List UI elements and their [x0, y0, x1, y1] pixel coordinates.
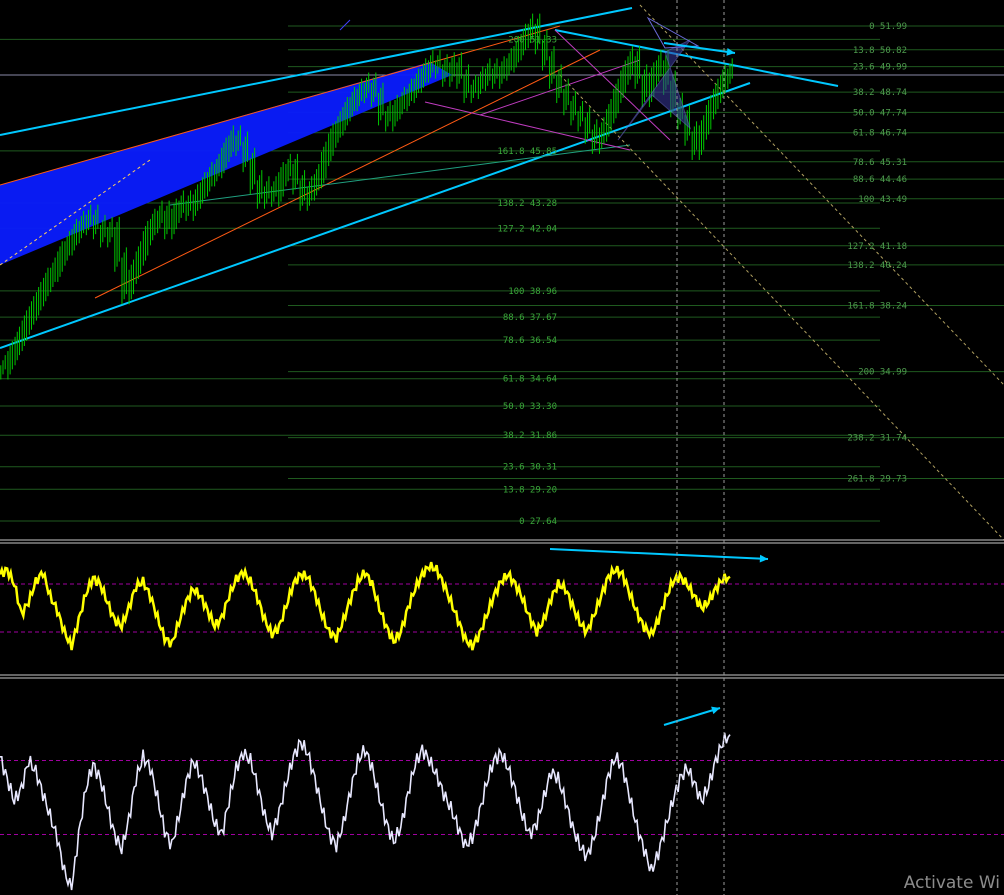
fib-left-label: 161.8 45.85	[497, 147, 557, 157]
fib-left-label: 23.6 30.31	[503, 463, 557, 473]
fib-right-label: 261.8 29.73	[847, 475, 907, 485]
fib-right-label: 88.6 44.46	[853, 175, 907, 185]
fib-right-label: 38.2 48.74	[853, 88, 907, 98]
fib-right-label: 238.2 31.74	[847, 434, 907, 444]
fib-left-label: 88.6 37.67	[503, 313, 557, 323]
fib-left-label: 100 38.96	[508, 287, 557, 297]
fib-right-label: 200 34.99	[858, 368, 907, 378]
fib-left-label: 38.2 31.86	[503, 431, 557, 441]
fib-left-label: 13.8 29.20	[503, 485, 557, 495]
fib-right-label: 138.2 40.24	[847, 261, 907, 271]
fib-right-label: 78.6 45.31	[853, 158, 907, 168]
fib-left-label: 0 27.64	[519, 517, 557, 527]
fib-left-label: 50.0 33.30	[503, 402, 557, 412]
fib-right-label: 61.8 46.74	[853, 129, 907, 139]
chart-canvas: 200 51.33 161.8 45.85 138.2 43.28 127.2 42.…	[0, 0, 1004, 895]
fib-left-label: 127.2 42.04	[497, 224, 557, 234]
fib-right-label: 100 43.49	[858, 195, 907, 205]
fib-right-label: 13.8 50.82	[853, 46, 907, 56]
fib-right-label: 127.2 41.18	[847, 242, 907, 252]
fib-left-label: 200 51.33	[508, 35, 557, 45]
fib-left-label: 61.8 34.64	[503, 375, 557, 385]
fib-left-label: 78.6 36.54	[503, 336, 557, 346]
fib-right-label: 0 51.99	[869, 22, 907, 32]
fib-right-label: 23.6 49.99	[853, 63, 907, 73]
fib-right-label: 161.8 38.24	[847, 302, 907, 312]
fib-right-label: 50.0 47.74	[853, 108, 907, 118]
activate-windows-watermark: Activate Wi	[903, 873, 1000, 893]
fib-left-label: 138.2 43.28	[497, 199, 557, 209]
